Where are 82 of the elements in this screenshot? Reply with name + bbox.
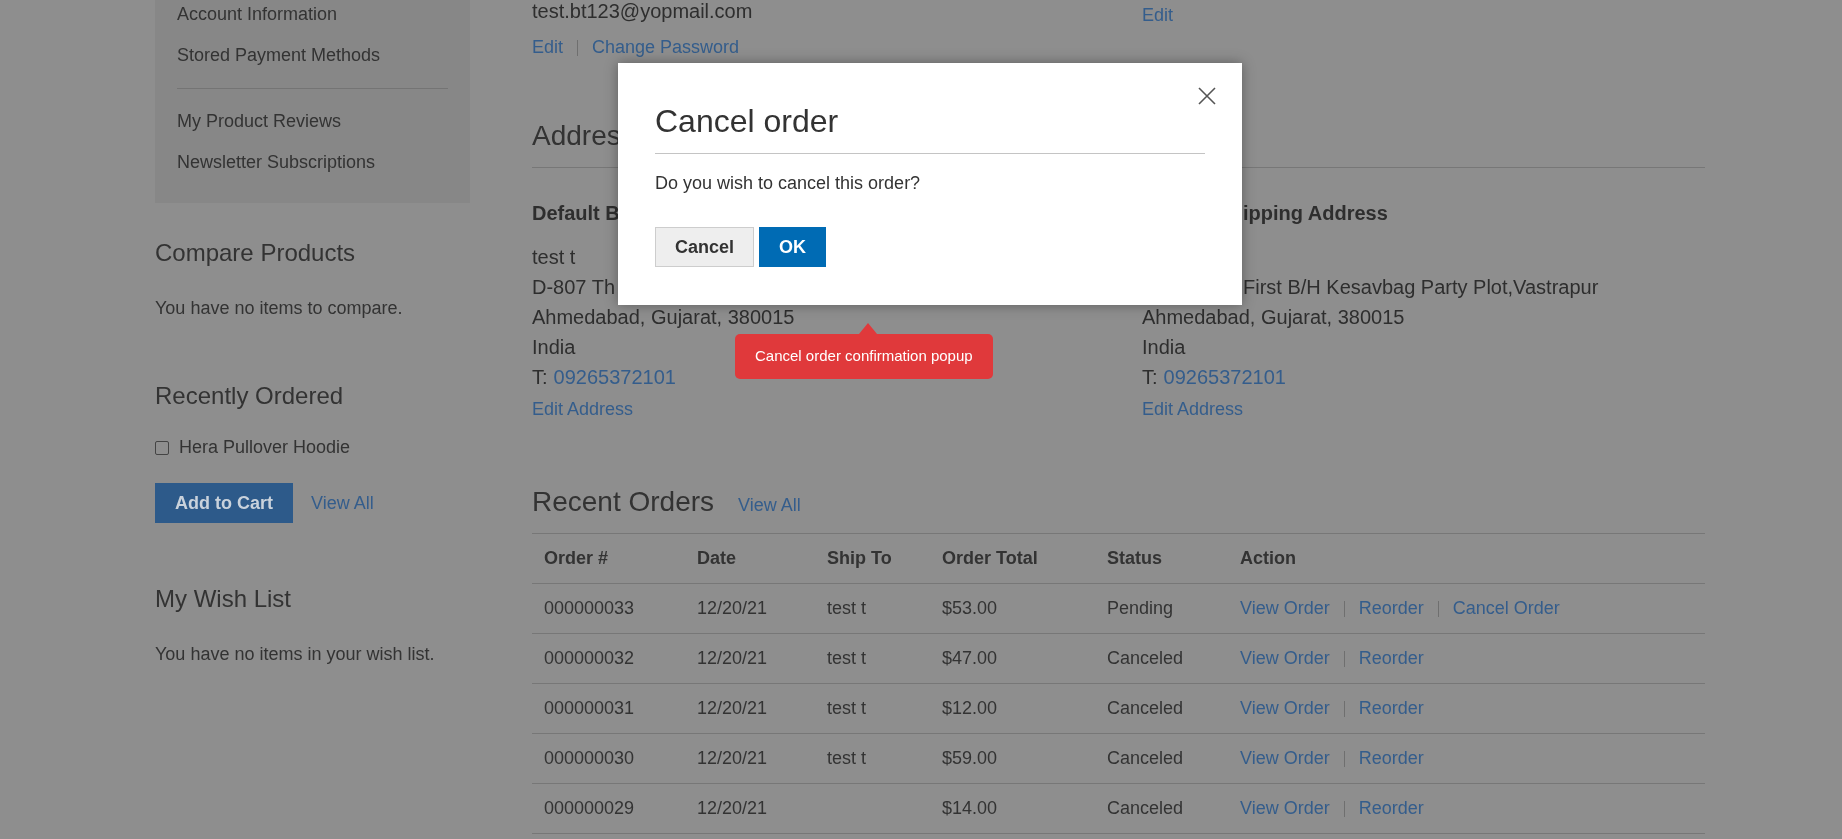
column-header: Date bbox=[697, 548, 736, 568]
table-cell: 000000031 bbox=[544, 698, 635, 718]
address-line: India bbox=[532, 335, 576, 360]
item-checkbox[interactable] bbox=[155, 440, 169, 455]
cancel-button[interactable]: Cancel bbox=[655, 227, 755, 267]
table-cell: Canceled bbox=[1107, 698, 1184, 718]
address-line: test t bbox=[532, 245, 576, 270]
account-email: test.bt123@yopmail.com bbox=[532, 0, 754, 24]
address-line: India bbox=[1142, 335, 1186, 360]
table-cell: test t bbox=[827, 698, 866, 718]
phone-link[interactable]: 09265372101 bbox=[1163, 362, 1286, 392]
empty-message: You have no items to compare. bbox=[155, 297, 404, 320]
table-cell: 12/20/21 bbox=[697, 598, 768, 618]
annotation-tooltip: Cancel order confirmation popup bbox=[735, 334, 993, 379]
table-cell: 12/20/21 bbox=[697, 798, 768, 818]
account-nav-item[interactable]: My Product Reviews bbox=[177, 101, 448, 142]
table-cell: test t bbox=[827, 748, 866, 768]
table-cell: Canceled bbox=[1107, 748, 1184, 768]
order-action-link[interactable]: View Order bbox=[1240, 595, 1330, 622]
table-cell: test t bbox=[827, 598, 866, 618]
phone-label: T: bbox=[532, 365, 548, 390]
tooltip-pointer-icon bbox=[859, 323, 877, 334]
order-action-link[interactable]: View Order bbox=[1240, 795, 1330, 822]
table-cell: 12/20/21 bbox=[697, 748, 768, 768]
account-nav-item[interactable]: Account Information bbox=[177, 0, 448, 35]
table-cell: Canceled bbox=[1107, 648, 1184, 668]
address-line: Ahmedabad, Gujarat, 380015 bbox=[532, 305, 795, 330]
table-cell: 000000033 bbox=[544, 598, 635, 618]
order-action-link[interactable]: View Order bbox=[1240, 695, 1330, 722]
product-name: Hera Pullover Hoodie bbox=[179, 436, 351, 459]
table-cell: $14.00 bbox=[942, 798, 998, 818]
phone-link[interactable]: 09265372101 bbox=[553, 362, 676, 392]
order-action-link[interactable]: View Order bbox=[1240, 645, 1330, 672]
table-cell: 000000030 bbox=[544, 748, 635, 768]
address-line: D-807 Th bbox=[532, 275, 615, 300]
dialog-title: Cancel order bbox=[655, 97, 1205, 154]
section-title: Recently Ordered bbox=[155, 381, 345, 411]
table-cell: Pending bbox=[1107, 598, 1174, 618]
address-line: Ahmedabad, Gujarat, 380015 bbox=[1142, 305, 1405, 330]
section-title: Recent Orders bbox=[532, 485, 715, 519]
view-all-link[interactable]: View All bbox=[738, 492, 801, 523]
table-cell: $47.00 bbox=[942, 648, 998, 668]
section-title: Compare Products bbox=[155, 238, 357, 268]
table-cell: 000000029 bbox=[544, 798, 635, 818]
close-icon[interactable] bbox=[1198, 87, 1216, 105]
table-cell: Canceled bbox=[1107, 798, 1184, 818]
address-heading: Default B bbox=[532, 201, 620, 226]
order-action-link[interactable]: Reorder bbox=[1358, 595, 1424, 622]
table-cell: $53.00 bbox=[942, 598, 998, 618]
table-cell: 12/20/21 bbox=[697, 698, 768, 718]
table-cell: 12/20/21 bbox=[697, 648, 768, 668]
order-action-link[interactable]: Reorder bbox=[1358, 695, 1424, 722]
account-nav-item[interactable]: Newsletter Subscriptions bbox=[177, 142, 448, 183]
table-cell: $59.00 bbox=[942, 748, 998, 768]
column-header: Status bbox=[1107, 548, 1162, 568]
address-heading: ipping Address bbox=[1243, 201, 1388, 226]
table-cell: $12.00 bbox=[942, 698, 998, 718]
edit-address-link[interactable]: Edit Address bbox=[532, 396, 1092, 423]
account-link[interactable]: Edit bbox=[532, 34, 564, 61]
column-header: Order # bbox=[544, 548, 609, 568]
column-header: Action bbox=[1240, 548, 1296, 568]
empty-message: You have no items in your wish list. bbox=[155, 643, 436, 666]
edit-address-link[interactable]: Edit Address bbox=[1142, 396, 1702, 423]
view-all-link[interactable]: View All bbox=[311, 489, 374, 517]
order-action-link[interactable]: Reorder bbox=[1358, 795, 1424, 822]
ok-button[interactable]: OK bbox=[759, 227, 827, 267]
order-action-link[interactable]: Reorder bbox=[1358, 745, 1424, 772]
order-action-link[interactable]: Reorder bbox=[1358, 645, 1424, 672]
table-cell: 000000032 bbox=[544, 648, 635, 668]
column-header: Ship To bbox=[827, 548, 892, 568]
account-nav-item[interactable]: Stored Payment Methods bbox=[177, 35, 448, 76]
add-to-cart-button[interactable]: Add to Cart bbox=[155, 483, 293, 523]
section-title: My Wish List bbox=[155, 584, 292, 614]
column-header: Order Total bbox=[942, 548, 1038, 568]
order-action-link[interactable]: Cancel Order bbox=[1452, 595, 1560, 622]
table-cell: test t bbox=[827, 648, 866, 668]
order-action-link[interactable]: View Order bbox=[1240, 745, 1330, 772]
account-link[interactable]: Change Password bbox=[592, 34, 740, 61]
phone-label: T: bbox=[1142, 365, 1158, 390]
edit-link[interactable]: Edit bbox=[1142, 0, 1174, 61]
dialog-message: Do you wish to cancel this order? bbox=[655, 172, 922, 195]
address-line: First B/H Kesavbag Party Plot,Vastrapur bbox=[1243, 275, 1599, 300]
